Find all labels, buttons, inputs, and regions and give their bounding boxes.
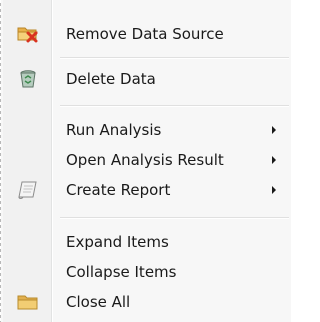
context-menu: Remove Data Source Delete Data Run Analy… [0, 0, 291, 322]
menu-item-open-analysis-result[interactable]: Open Analysis Result [3, 143, 289, 177]
recycle-bin-icon [17, 69, 39, 89]
menu-separator [60, 105, 289, 107]
submenu-arrow-icon [272, 126, 276, 134]
menu-item-label: Run Analysis [66, 121, 162, 139]
menu-item-label: Collapse Items [66, 263, 177, 281]
menu-item-label: Expand Items [66, 233, 169, 251]
submenu-arrow-icon [272, 186, 276, 194]
menu-item-create-report[interactable]: Create Report [3, 173, 289, 207]
menu-item-remove-data-source[interactable]: Remove Data Source [3, 17, 289, 51]
menu-item-label: Create Report [66, 181, 171, 199]
menu-item-run-analysis[interactable]: Run Analysis [3, 113, 289, 147]
menu-item-close-all[interactable]: Close All [3, 285, 289, 319]
menu-item-label: Close All [66, 293, 131, 311]
menu-separator [60, 217, 289, 219]
menu-item-label: Remove Data Source [66, 25, 224, 43]
menu-item-label: Open Analysis Result [66, 151, 224, 169]
menu-item-label: Delete Data [66, 70, 156, 88]
folder-remove-icon [17, 24, 39, 44]
menu-item-expand-items[interactable]: Expand Items [3, 225, 289, 259]
submenu-arrow-icon [272, 156, 276, 164]
menu-item-delete-data[interactable]: Delete Data [3, 62, 289, 96]
menu-item-collapse-items[interactable]: Collapse Items [3, 255, 289, 289]
menu-separator [60, 57, 289, 59]
folder-icon [17, 292, 39, 312]
report-icon [17, 180, 39, 200]
